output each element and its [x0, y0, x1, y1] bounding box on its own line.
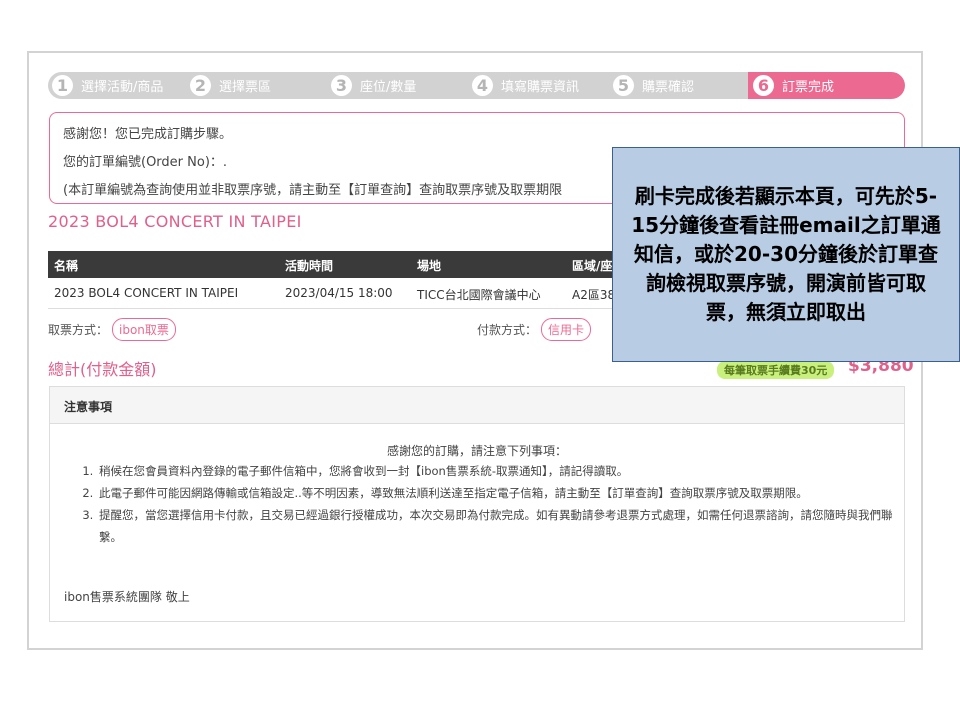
step-number: 2	[190, 75, 211, 96]
signoff: ibon售票系統團隊 敬上	[64, 590, 190, 604]
step-progress-bar: 1 選擇活動/商品 2 選擇票區 3 座位/數量 4 填寫購票資訊 5 購票確認…	[48, 72, 905, 99]
notes-intro: 感謝您的訂購，請注意下列事項：	[386, 444, 567, 458]
step-label: 選擇活動/商品	[81, 80, 164, 95]
pickup-method-label: 取票方式：	[48, 323, 109, 337]
step-number: 3	[331, 75, 352, 96]
step-number: 6	[753, 75, 774, 96]
payment-method-label: 付款方式：	[477, 323, 538, 337]
step-number: 1	[52, 75, 73, 96]
step-label: 訂票完成	[782, 80, 835, 95]
fee-badge: 每筆取票手續費30元	[717, 361, 835, 379]
list-item: 稍候在您會員資料內登錄的電子郵件信箱中，您將會收到一封【ibon售票系統-取票通…	[97, 460, 897, 482]
cell-venue: TICC台北國際會議中心	[417, 288, 541, 302]
col-venue: 場地	[417, 259, 442, 273]
callout-text: 刷卡完成後若顯示本頁，可先於5-15分鐘後查看註冊email之訂單通知信，或於2…	[631, 184, 941, 324]
step-5: 5 購票確認	[613, 72, 694, 99]
cell-area: A2區38	[572, 288, 616, 302]
step-1: 1 選擇活動/商品	[52, 72, 163, 99]
cell-name: 2023 BOL4 CONCERT IN TAIPEI	[54, 286, 239, 300]
step-label: 填寫購票資訊	[501, 80, 580, 95]
step-6: 6 訂票完成	[753, 72, 834, 99]
thanks-text: 感謝您！您已完成訂購步驟。	[63, 127, 233, 142]
notes-header: 注意事項	[50, 387, 904, 424]
pickup-method-badge: ibon取票	[112, 318, 176, 341]
list-item: 此電子郵件可能因網路傳輸或信箱設定..等不明因素，導致無法順利送達至指定電子信箱…	[97, 482, 897, 504]
col-time: 活動時間	[285, 259, 334, 273]
col-area: 區域/座	[572, 259, 613, 273]
list-item: 提醒您，當您選擇信用卡付款，且交易已經過銀行授權成功，本次交易即為付款完成。如有…	[97, 504, 897, 548]
step-3: 3 座位/數量	[331, 72, 416, 99]
step-label: 購票確認	[642, 80, 695, 95]
notes-panel: 注意事項 感謝您的訂購，請注意下列事項： 稍候在您會員資料內登錄的電子郵件信箱中…	[49, 386, 905, 622]
cell-time: 2023/04/15 18:00	[285, 286, 393, 300]
step-number: 5	[613, 75, 634, 96]
notes-list: 稍候在您會員資料內登錄的電子郵件信箱中，您將會收到一封【ibon售票系統-取票通…	[83, 460, 897, 548]
annotation-callout: 刷卡完成後若顯示本頁，可先於5-15分鐘後查看註冊email之訂單通知信，或於2…	[612, 147, 960, 362]
step-label: 選擇票區	[219, 80, 272, 95]
step-number: 4	[472, 75, 493, 96]
order-number-text: 您的訂單編號(Order No)：.	[63, 155, 228, 170]
step-label: 座位/數量	[360, 80, 417, 95]
step-4: 4 填寫購票資訊	[472, 72, 579, 99]
total-label: 總計(付款金額)	[48, 360, 157, 379]
col-name: 名稱	[54, 259, 79, 273]
payment-method-badge: 信用卡	[541, 318, 592, 341]
notes-title: 注意事項	[64, 400, 113, 414]
order-number-hint: (本訂單編號為查詢使用並非取票序號，請主動至【訂單查詢】查詢取票序號及取票期限	[63, 183, 563, 198]
event-title: 2023 BOL4 CONCERT IN TAIPEI	[48, 212, 302, 231]
step-2: 2 選擇票區	[190, 72, 271, 99]
